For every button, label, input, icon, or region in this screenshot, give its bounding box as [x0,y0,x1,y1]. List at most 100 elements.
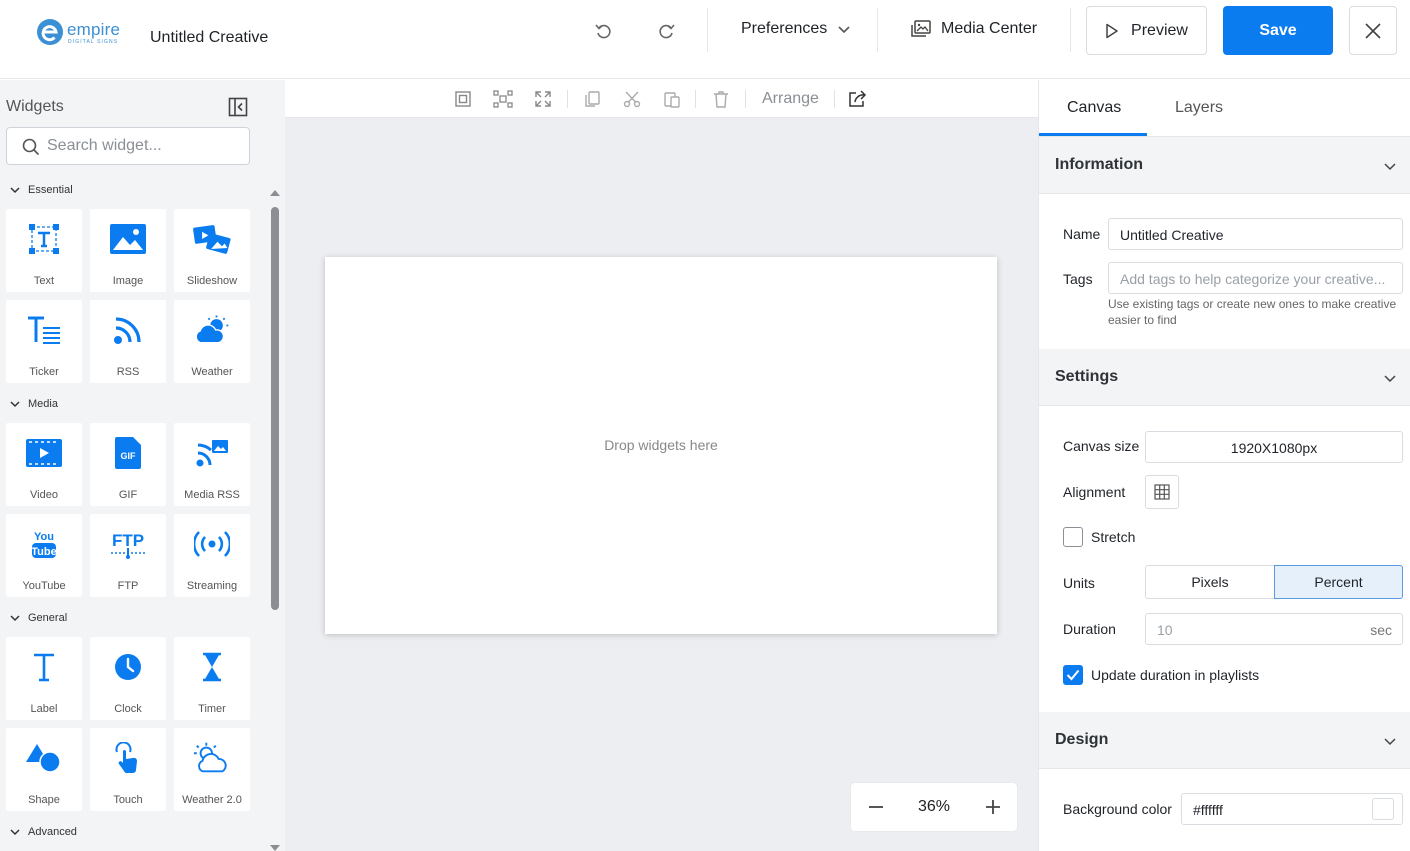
widget-youtube[interactable]: You Tube YouTube [6,514,82,597]
group-icon[interactable] [493,89,513,109]
grid-icon [1154,484,1170,500]
widget-rss[interactable]: RSS [90,300,166,383]
rss-widget-icon [114,317,141,344]
expand-icon[interactable] [533,89,553,109]
units-pixels-button[interactable]: Pixels [1145,565,1275,599]
widget-gif[interactable]: GIF GIF [90,423,166,506]
chevron-down-icon [1384,375,1396,383]
widget-ftp[interactable]: FTP FTP [90,514,166,597]
svg-text:Tube: Tube [31,546,56,558]
save-button[interactable]: Save [1223,6,1333,55]
active-tab-indicator [1039,133,1147,136]
duration-input[interactable]: 10 sec [1145,613,1403,645]
widget-label: Shape [28,794,60,806]
cut-icon[interactable] [622,89,642,109]
widget-image[interactable]: Image [90,209,166,292]
section-title: Settings [1055,368,1119,385]
video-widget-icon [26,439,62,467]
label-widget-icon [34,653,54,682]
name-input[interactable]: Untitled Creative [1108,218,1403,250]
artboard[interactable]: Drop widgets here [325,257,997,634]
zoom-in-icon[interactable] [983,797,1003,817]
chevron-down-icon [10,615,20,622]
toolbar-divider [567,90,568,108]
tags-input[interactable]: Add tags to help categorize your creativ… [1108,262,1403,294]
search-input[interactable] [47,136,242,156]
scrollbar-thumb[interactable] [271,207,279,610]
tags-label: Tags [1063,271,1093,287]
widget-ticker[interactable]: Ticker [6,300,82,383]
stretch-label: Stretch [1091,529,1136,545]
empire-logo[interactable]: empire DIGITAL SIGNS [36,16,126,48]
redo-icon[interactable] [654,18,680,44]
stretch-checkbox[interactable] [1063,527,1083,547]
widget-label: Timer [198,703,226,715]
touch-widget-icon [115,742,138,774]
top-header: empire DIGITAL SIGNS Untitled Creative P… [0,0,1410,79]
category-general[interactable]: General [10,612,67,624]
copy-icon[interactable] [582,89,602,109]
media-center-icon [911,20,931,37]
sidebar-scrollbar[interactable] [268,185,282,851]
share-icon[interactable] [848,89,868,109]
undo-icon[interactable] [590,18,616,44]
scroll-up-icon [270,190,280,196]
creative-title[interactable]: Untitled Creative [150,29,268,47]
section-design[interactable]: Design [1039,712,1410,769]
widget-label: Weather [191,366,233,378]
section-settings[interactable]: Settings [1039,349,1410,406]
collapse-sidebar-icon[interactable] [228,97,248,117]
widget-weather[interactable]: Weather [174,300,250,383]
category-advanced[interactable]: Advanced [10,826,77,838]
category-media[interactable]: Media [10,398,58,410]
widget-label: FTP [117,580,139,592]
close-button[interactable] [1349,6,1397,55]
widget-slideshow[interactable]: Slideshow [174,209,250,292]
preview-button[interactable]: Preview [1086,6,1207,55]
widget-video[interactable]: Video [6,423,82,506]
fit-icon[interactable] [453,89,473,109]
chevron-down-icon [1384,163,1396,171]
canvas-workspace: Drop widgets here 36% [285,118,1038,851]
widget-label: GIF [118,489,138,501]
update-duration-checkbox[interactable] [1063,665,1083,685]
widget-text[interactable]: Text [6,209,82,292]
canvas-size-field[interactable]: 1920X1080px [1145,431,1403,463]
color-swatch[interactable] [1372,798,1394,820]
widget-media-rss[interactable]: Media RSS [174,423,250,506]
preferences-dropdown[interactable]: Preferences [741,20,851,38]
widget-search[interactable] [6,127,250,165]
units-percent-button[interactable]: Percent [1274,565,1403,599]
tab-layers[interactable]: Layers [1175,99,1223,117]
category-essential[interactable]: Essential [10,184,73,196]
canvas-toolbar: Arrange [285,80,1038,118]
widget-clock[interactable]: Clock [90,637,166,720]
paste-icon[interactable] [662,89,682,109]
svg-text:FTP: FTP [112,531,144,550]
section-information[interactable]: Information [1039,137,1410,194]
alignment-label: Alignment [1063,484,1126,500]
category-label: Essential [28,184,73,196]
widget-streaming[interactable]: Streaming [174,514,250,597]
clock-widget-icon [115,654,141,680]
widget-label: Touch [113,794,143,806]
gif-widget-icon: GIF [115,437,141,469]
widget-label: Label [30,703,58,715]
toolbar-divider [834,90,835,108]
widget-shape[interactable]: Shape [6,728,82,811]
ftp-widget-icon: FTP [111,531,145,559]
tab-canvas[interactable]: Canvas [1067,99,1121,117]
alignment-button[interactable] [1145,475,1179,509]
bg-color-input[interactable]: #ffffff [1181,793,1403,825]
widget-label: RSS [116,366,140,378]
widget-weather-2[interactable]: Weather 2.0 [174,728,250,811]
widget-label: Clock [114,703,142,715]
widget-timer[interactable]: Timer [174,637,250,720]
trash-icon[interactable] [711,89,731,109]
widget-label-text[interactable]: Label [6,637,82,720]
media-center-button[interactable]: Media Center [910,20,1037,38]
image-widget-icon [110,224,146,254]
arrange-button[interactable]: Arrange [762,90,819,108]
units-label: Units [1063,575,1095,591]
widget-touch[interactable]: Touch [90,728,166,811]
